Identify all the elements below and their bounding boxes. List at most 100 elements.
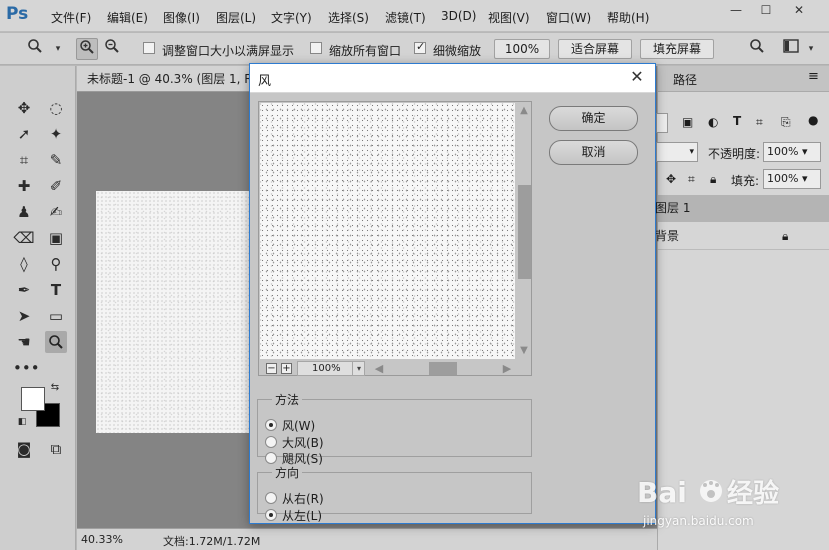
zoom-out-icon[interactable] xyxy=(101,38,123,60)
radio-unselected[interactable] xyxy=(265,492,277,504)
layer-row-selected[interactable]: 图层 1 xyxy=(655,195,829,222)
panel-menu-icon[interactable]: ≡ xyxy=(808,69,819,84)
minimize-button[interactable]: — xyxy=(722,0,750,22)
radio-unselected[interactable] xyxy=(265,436,277,448)
blend-mode-select[interactable]: ▾ xyxy=(656,142,698,162)
ok-button[interactable]: 确定 xyxy=(549,106,638,131)
preview-zoom-bar: − + 100% ▾ ◀ ▶ xyxy=(259,360,531,376)
menu-filter[interactable]: 滤镜(T) xyxy=(385,9,426,26)
smart-object-filter-icon[interactable]: ⎘ xyxy=(781,115,791,130)
scroll-down-icon[interactable]: ▼ xyxy=(517,345,531,356)
menu-window[interactable]: 窗口(W) xyxy=(546,9,591,26)
type-filter-icon[interactable]: T xyxy=(733,114,741,128)
close-window-button[interactable]: ✕ xyxy=(785,0,813,22)
marquee-tool-icon[interactable]: ◌ xyxy=(45,97,67,119)
fill-screen-button[interactable]: 填充屏幕 xyxy=(640,39,714,59)
magic-wand-icon[interactable]: ✦ xyxy=(45,123,67,145)
layer-name: 背景 xyxy=(655,229,680,243)
default-colors-icon[interactable]: ◧ xyxy=(16,416,28,428)
gradient-tool-icon[interactable]: ▣ xyxy=(45,227,67,249)
menu-layer[interactable]: 图层(L) xyxy=(216,9,256,26)
scroll-right-icon[interactable]: ▶ xyxy=(500,362,514,375)
scroll-up-icon[interactable]: ▲ xyxy=(517,105,531,116)
lock-all-icon[interactable]: 🔒︎ xyxy=(710,172,716,187)
foreground-color-swatch[interactable] xyxy=(21,387,45,411)
fit-screen-button[interactable]: 适合屏幕 xyxy=(558,39,632,59)
layer-filter-select[interactable] xyxy=(656,113,668,133)
zoom-tool-icon[interactable] xyxy=(45,331,67,353)
maximize-button[interactable]: ☐ xyxy=(752,0,780,22)
eyedropper-icon[interactable]: ✎ xyxy=(45,149,67,171)
eraser-tool-icon[interactable]: ⌫ xyxy=(13,227,35,249)
zoom-out-button[interactable]: − xyxy=(266,363,277,374)
screen-mode-icon[interactable]: ⧉ xyxy=(45,438,67,460)
blur-tool-icon[interactable]: ◊ xyxy=(13,253,35,275)
lock-position-icon[interactable]: ✥ xyxy=(666,172,676,186)
scrubby-zoom-checkbox[interactable] xyxy=(414,40,426,54)
tab-paths[interactable]: 路径 xyxy=(673,71,697,88)
path-selection-icon[interactable]: ➤ xyxy=(13,305,35,327)
menu-help[interactable]: 帮助(H) xyxy=(607,9,649,26)
chevron-down-icon[interactable]: ▾ xyxy=(47,38,69,60)
history-brush-icon[interactable]: ✍ xyxy=(45,201,67,223)
menu-3d[interactable]: 3D(D) xyxy=(441,9,476,23)
watermark-url: jingyan.baidu.com xyxy=(643,514,754,528)
filter-preview[interactable] xyxy=(260,103,515,359)
filter-toggle-icon[interactable]: ● xyxy=(808,113,818,127)
type-tool-icon[interactable]: T xyxy=(45,279,67,301)
fill-value: 100% xyxy=(767,172,799,185)
toolbox: ✥ ◌ ➚ ✦ ⌗ ✎ ✚ ✐ ♟ ✍ ⌫ ▣ ◊ ⚲ ✒ T ➤ ▭ ☚ ••… xyxy=(0,66,76,550)
document-tab[interactable]: 未标题-1 @ 40.3% (图层 1, R xyxy=(77,66,277,92)
layer-row[interactable]: 背景 🔒︎ xyxy=(655,223,829,250)
healing-brush-icon[interactable]: ✚ xyxy=(13,175,35,197)
image-filter-icon[interactable]: ▣ xyxy=(682,115,693,129)
chevron-down-icon[interactable]: ▾ xyxy=(352,362,365,375)
menu-image[interactable]: 图像(I) xyxy=(163,9,200,26)
lasso-tool-icon[interactable]: ➚ xyxy=(13,123,35,145)
zoom-in-icon[interactable] xyxy=(76,38,98,60)
preview-zoom-field[interactable]: 100% ▾ xyxy=(297,361,365,376)
lock-artboard-icon[interactable]: ⌗ xyxy=(688,172,695,187)
workspace-icon[interactable] xyxy=(780,38,802,60)
horizontal-scroll-thumb[interactable] xyxy=(429,362,457,375)
menu-file[interactable]: 文件(F) xyxy=(51,9,91,26)
menu-view[interactable]: 视图(V) xyxy=(488,9,530,26)
more-tools-icon[interactable]: ••• xyxy=(13,357,40,379)
zoom-in-button[interactable]: + xyxy=(281,363,292,374)
scroll-left-icon[interactable]: ◀ xyxy=(372,362,386,375)
adjustment-filter-icon[interactable]: ◐ xyxy=(708,115,718,129)
menu-type[interactable]: 文字(Y) xyxy=(271,9,312,26)
move-tool-icon[interactable]: ✥ xyxy=(13,97,35,119)
vertical-scroll-thumb[interactable] xyxy=(518,185,531,279)
chevron-down-icon[interactable]: ▾ xyxy=(800,38,822,60)
zoom-tool-icon[interactable] xyxy=(24,38,46,60)
cancel-button[interactable]: 取消 xyxy=(549,140,638,165)
search-icon[interactable] xyxy=(746,38,768,60)
hand-tool-icon[interactable]: ☚ xyxy=(13,331,35,353)
close-icon[interactable]: ✕ xyxy=(627,67,647,87)
menu-edit[interactable]: 编辑(E) xyxy=(107,9,148,26)
crop-tool-icon[interactable]: ⌗ xyxy=(13,149,35,171)
zoom-value-field[interactable]: 100% xyxy=(494,39,550,59)
stamp-tool-icon[interactable]: ♟ xyxy=(13,201,35,223)
status-zoom[interactable]: 40.33% xyxy=(81,533,123,546)
shape-filter-icon[interactable]: ⌗ xyxy=(756,115,763,130)
dodge-tool-icon[interactable]: ⚲ xyxy=(45,253,67,275)
quick-mask-icon[interactable]: ◙ xyxy=(13,438,35,460)
zoom-all-checkbox[interactable] xyxy=(310,42,322,54)
fill-field[interactable]: 100% ▾ xyxy=(763,169,821,189)
opacity-field[interactable]: 100% ▾ xyxy=(763,142,821,162)
lock-icon: 🔒︎ xyxy=(782,229,789,243)
radio-unselected[interactable] xyxy=(265,452,277,464)
rectangle-tool-icon[interactable]: ▭ xyxy=(45,305,67,327)
wind-filter-dialog: 风 ✕ ▲ ▼ − + 100% ▾ ◀ ▶ 确定 取消 方法 风(W) 大风(… xyxy=(249,63,656,524)
brush-tool-icon[interactable]: ✐ xyxy=(45,175,67,197)
radio-selected[interactable] xyxy=(265,419,277,431)
pen-tool-icon[interactable]: ✒ xyxy=(13,279,35,301)
swap-colors-icon[interactable]: ⇆ xyxy=(49,382,61,394)
menu-select[interactable]: 选择(S) xyxy=(328,9,369,26)
radio-selected[interactable] xyxy=(265,509,277,521)
watermark-logo: Bai 经验 xyxy=(635,472,815,520)
resize-windows-checkbox[interactable] xyxy=(143,42,155,54)
preview-vertical-scrollbar[interactable]: ▲ ▼ xyxy=(517,103,531,359)
